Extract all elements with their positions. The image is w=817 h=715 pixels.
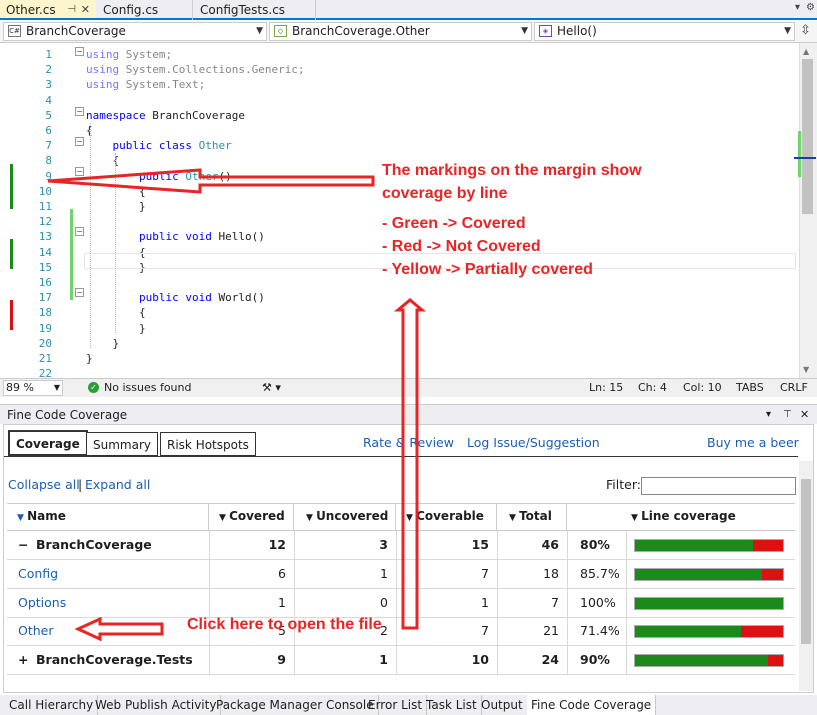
arrow-to-margin [47,168,375,194]
arrow-to-other [74,616,164,642]
arrow-up [393,298,427,630]
annotation-arrows [47,168,427,642]
